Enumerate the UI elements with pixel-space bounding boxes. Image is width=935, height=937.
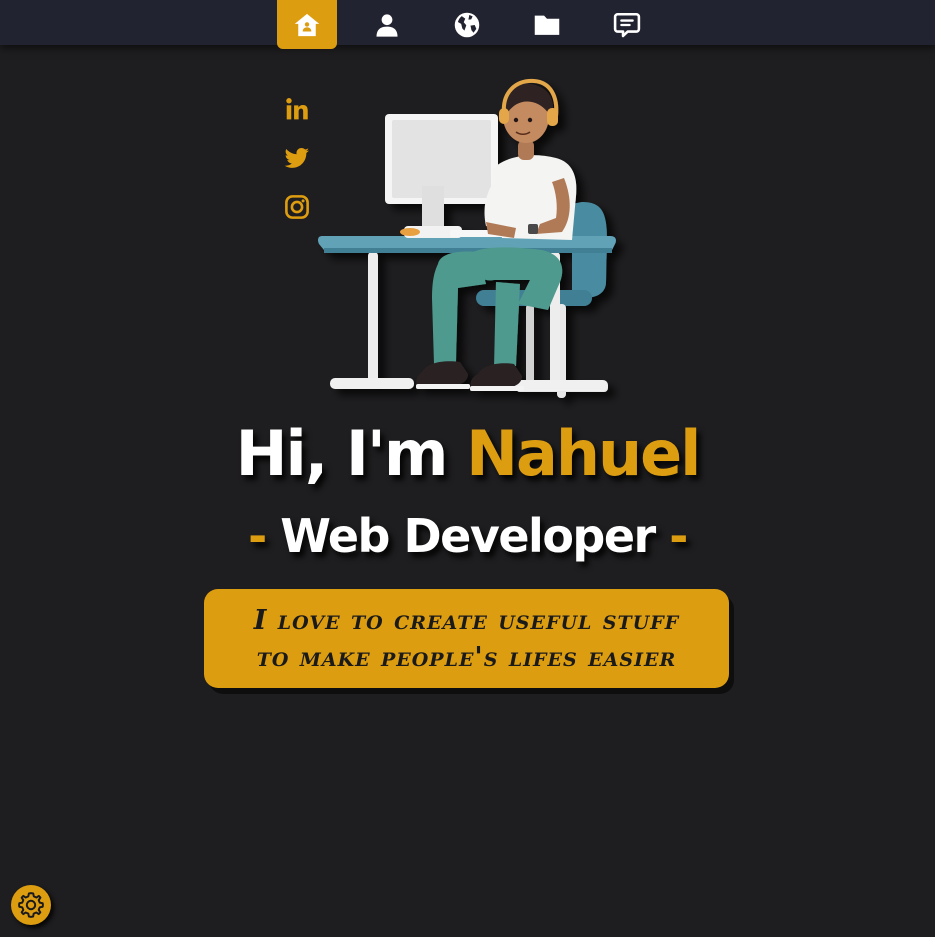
nav-skills-button[interactable] [437, 0, 497, 49]
gear-icon [18, 892, 44, 918]
linkedin-link[interactable] [281, 93, 313, 125]
developer-at-desk-illustration [318, 78, 616, 398]
message-icon [613, 12, 641, 37]
nav-projects-button[interactable] [517, 0, 577, 49]
tagline-line-2: to make people's lifes easier [256, 641, 677, 673]
top-navbar [0, 0, 935, 49]
nav-about-button[interactable] [357, 0, 417, 49]
greeting-prefix: Hi, I'm [235, 417, 449, 490]
linkedin-icon [286, 98, 308, 120]
role-dash-left: - [248, 509, 267, 563]
hero-role: - Web Developer - [0, 504, 935, 568]
instagram-icon [285, 195, 309, 219]
globe-icon [454, 12, 480, 37]
nav-contact-button[interactable] [597, 0, 657, 49]
instagram-link[interactable] [281, 191, 313, 223]
tagline-box: I love to create useful stuff to make pe… [204, 589, 729, 688]
settings-button[interactable] [11, 885, 51, 925]
folder-icon [534, 15, 560, 35]
page: Hi, I'm Nahuel - Web Developer - I love … [0, 0, 935, 937]
hero-name: Nahuel [466, 417, 701, 490]
role-dash-right: - [669, 509, 688, 563]
twitter-link[interactable] [281, 142, 313, 174]
user-icon [376, 13, 398, 37]
home-icon [294, 13, 320, 36]
nav-home-button[interactable] [277, 0, 337, 49]
hero-greeting: Hi, I'm Nahuel [0, 412, 935, 496]
tagline-line-1: I love to create useful stuff [253, 604, 680, 636]
role-title: Web Developer [280, 509, 656, 563]
twitter-icon [284, 148, 309, 168]
